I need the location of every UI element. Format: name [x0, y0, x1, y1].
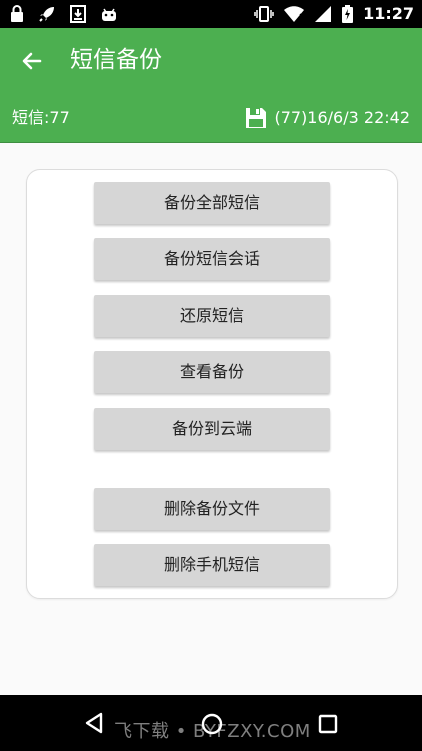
status-bar: 11:27 [0, 0, 422, 28]
sms-count-label: 短信:77 [12, 108, 70, 127]
actions-card: 备份全部短信 备份短信会话 还原短信 查看备份 备份到云端 删除备份文件 删除手… [26, 169, 398, 599]
battery-charging-icon [342, 5, 354, 23]
clock: 11:27 [363, 4, 414, 23]
delete-backup-files-button[interactable]: 删除备份文件 [94, 488, 330, 530]
lock-icon [10, 5, 24, 23]
view-backups-button[interactable]: 查看备份 [94, 351, 330, 393]
last-backup-date: (77)16/6/3 22:42 [274, 108, 410, 127]
signal-icon [314, 5, 332, 23]
restore-sms-button[interactable]: 还原短信 [94, 295, 330, 337]
rocket-icon [38, 5, 56, 23]
page-title: 短信备份 [70, 47, 162, 73]
vibrate-icon [254, 5, 274, 23]
info-bar: 短信:77 (77)16/6/3 22:42 [0, 94, 422, 143]
nav-home-icon[interactable] [201, 713, 223, 739]
floppy-disk-icon [244, 106, 268, 130]
backup-conversations-button[interactable]: 备份短信会话 [94, 238, 330, 280]
download-icon [70, 5, 86, 23]
app-toolbar: 短信备份 [0, 28, 422, 94]
android-icon [100, 5, 118, 23]
delete-phone-sms-button[interactable]: 删除手机短信 [94, 544, 330, 586]
nav-recents-icon[interactable] [318, 714, 338, 738]
wifi-icon [284, 5, 305, 23]
nav-back-icon[interactable] [84, 712, 104, 738]
arrow-left-icon[interactable] [20, 49, 44, 73]
last-backup-info: (77)16/6/3 22:42 [244, 106, 410, 130]
backup-all-sms-button[interactable]: 备份全部短信 [94, 182, 330, 224]
backup-to-cloud-button[interactable]: 备份到云端 [94, 408, 330, 450]
system-nav-bar: 飞下载 • BYFZXY.COM [0, 695, 422, 751]
